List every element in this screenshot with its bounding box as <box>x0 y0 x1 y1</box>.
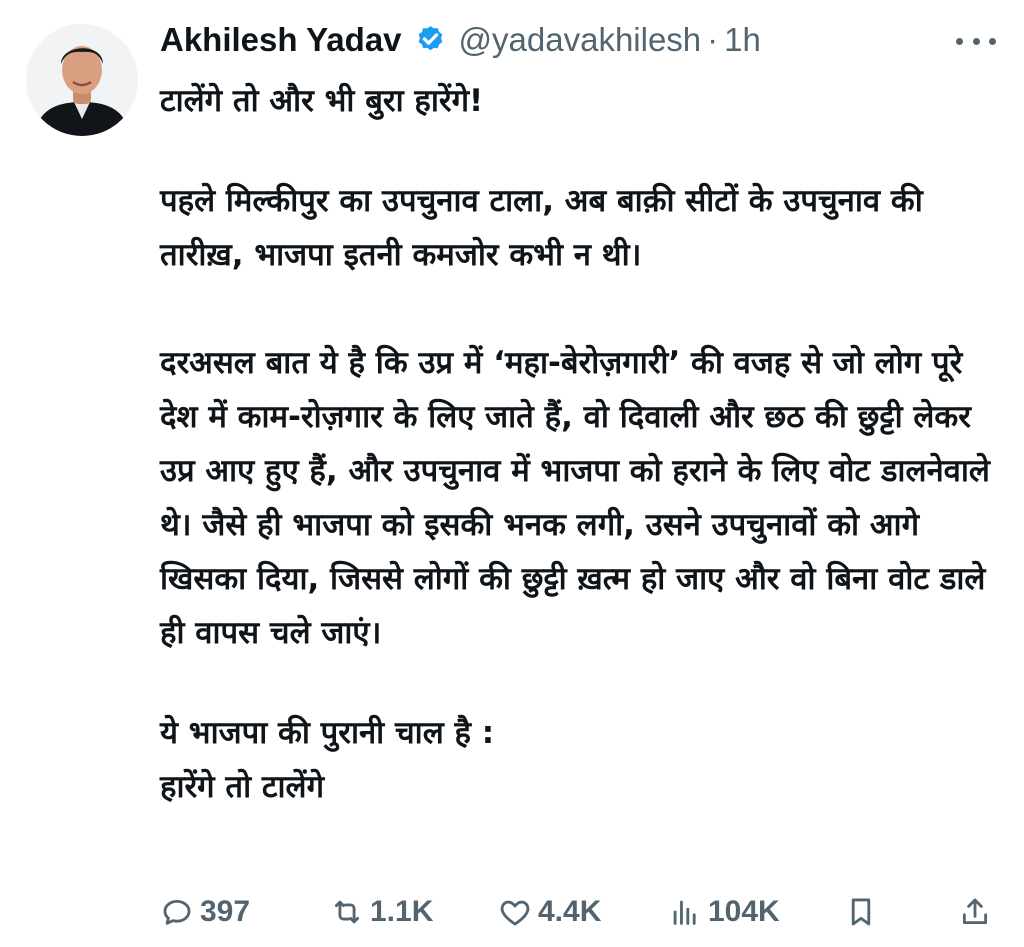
verified-badge-icon <box>414 24 447 57</box>
repost-button[interactable]: 1.1K <box>330 888 433 936</box>
avatar[interactable] <box>26 24 138 136</box>
author-handle[interactable]: @yadavakhilesh <box>459 21 702 59</box>
author-name[interactable]: Akhilesh Yadav <box>160 21 402 59</box>
action-bar: 397 1.1K 4.4K 104K <box>160 888 1000 936</box>
post-paragraph-5: हारेंगे तो टालेंगे <box>160 769 325 805</box>
header-separator: · <box>707 21 719 58</box>
tweet-header: Akhilesh Yadav @yadavakhilesh · 1h <box>160 16 1004 64</box>
reply-button[interactable]: 397 <box>160 888 250 936</box>
repost-icon <box>334 900 360 924</box>
post-paragraph-1: टालेंगे तो और भी बुरा हारेंगे! <box>160 83 484 119</box>
bookmark-icon <box>851 898 871 926</box>
post-text: टालेंगे तो और भी बुरा हारेंगे! पहले मिल्… <box>160 74 1008 814</box>
avatar-image <box>26 24 138 136</box>
post-paragraph-4: ये भाजपा की पुरानी चाल है : <box>160 715 495 751</box>
share-button[interactable] <box>958 888 992 936</box>
reply-icon <box>163 899 191 925</box>
like-button[interactable]: 4.4K <box>498 888 601 936</box>
post-paragraph-2: पहले मिल्कीपुर का उपचुनाव टाला, अब बाक़ी… <box>160 183 923 273</box>
reply-count: 397 <box>200 895 251 928</box>
like-count: 4.4K <box>538 895 602 928</box>
repost-count: 1.1K <box>370 895 434 928</box>
views-button[interactable]: 104K <box>668 888 780 936</box>
bookmark-button[interactable] <box>844 888 878 936</box>
views-count: 104K <box>708 895 780 928</box>
post-timestamp[interactable]: 1h <box>724 21 761 59</box>
views-icon <box>673 900 696 925</box>
more-horizontal-icon[interactable] <box>956 26 996 56</box>
heart-icon <box>500 900 530 926</box>
share-icon <box>962 898 988 925</box>
post-paragraph-3: दरअसल बात ये है कि उप्र में ‘महा-बेरोज़ग… <box>160 345 990 651</box>
